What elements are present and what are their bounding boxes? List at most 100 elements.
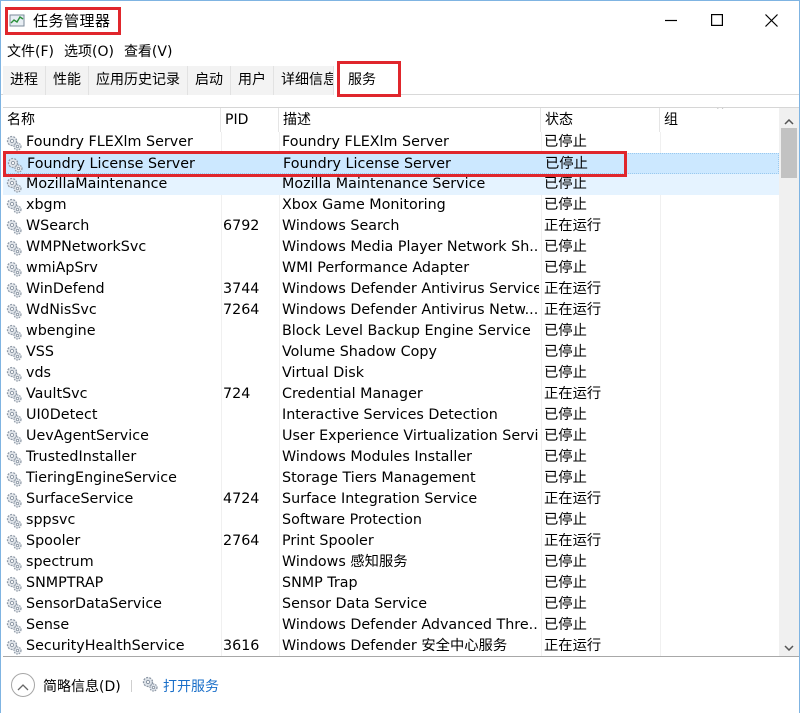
- table-row[interactable]: xbgm Xbox Game Monitoring 已停止: [3, 195, 779, 216]
- close-button[interactable]: [743, 1, 799, 39]
- table-row[interactable]: VaultSvc 724 Credential Manager 正在运行: [3, 384, 779, 405]
- footer: 简略信息(D) 打开服务: [1, 661, 799, 713]
- table-row[interactable]: WSearch 6792 Windows Search 正在运行: [3, 216, 779, 237]
- table-row[interactable]: wbengine Block Level Backup Engine Servic…: [3, 321, 779, 342]
- fewer-details-label[interactable]: 简略信息(D): [43, 676, 121, 696]
- table-row[interactable]: vds Virtual Disk 已停止: [3, 363, 779, 384]
- column-header-description[interactable]: 描述: [279, 108, 541, 132]
- table-row[interactable]: SNMPTRAP SNMP Trap 已停止: [3, 573, 779, 594]
- fewer-details-button[interactable]: [11, 673, 35, 697]
- table-row[interactable]: WMPNetworkSvc Windows Media Player Networ…: [3, 237, 779, 258]
- service-description: Windows 感知服务: [282, 554, 408, 570]
- table-row[interactable]: Foundry License Server Foundry License Se…: [3, 153, 779, 174]
- table-row[interactable]: SecurityHealthService 3616 Windows Defende…: [3, 636, 779, 656]
- service-group: [661, 300, 777, 321]
- column-header-status[interactable]: 状态: [541, 108, 660, 132]
- scroll-up-button[interactable]: [779, 110, 799, 128]
- service-pid: [221, 237, 277, 258]
- maximize-button[interactable]: [689, 1, 745, 39]
- table-row[interactable]: SurfaceService 4724 Surface Integration Se…: [3, 489, 779, 510]
- column-header-pid[interactable]: PID: [221, 108, 279, 132]
- service-pid: [221, 510, 277, 531]
- service-pid: [221, 321, 277, 342]
- service-gear-icon: [5, 491, 26, 509]
- service-status: 已停止: [544, 617, 587, 633]
- service-status: 正在运行: [544, 638, 602, 654]
- services-table: 名称 PID 描述 状态 组 ^ Foundry FLEXlm Server Fo…: [3, 107, 799, 657]
- service-description: Windows Media Player Network Sh...: [282, 239, 539, 255]
- service-status: 已停止: [544, 449, 587, 465]
- service-description: Mozilla Maintenance Service: [282, 176, 486, 192]
- service-name: WinDefend: [26, 281, 105, 297]
- table-row[interactable]: wmiApSrv WMI Performance Adapter 已停止: [3, 258, 779, 279]
- scrollbar-thumb[interactable]: [781, 128, 797, 178]
- service-name: UevAgentService: [26, 428, 149, 444]
- service-name: SurfaceService: [26, 491, 134, 507]
- service-group: [661, 615, 777, 636]
- service-pid: 6792: [223, 218, 260, 234]
- table-row[interactable]: WdNisSvc 7264 Windows Defender Antivirus N…: [3, 300, 779, 321]
- service-description: Software Protection: [282, 512, 422, 528]
- tab-details[interactable]: 详细信息: [274, 66, 334, 95]
- service-group: [661, 426, 777, 447]
- tab-app-history[interactable]: 应用历史记录: [89, 66, 188, 95]
- menu-view[interactable]: 查看(V): [118, 39, 177, 63]
- service-status: 已停止: [544, 260, 587, 276]
- tab-bar: 进程 性能 应用历史记录 启动 用户 详细信息 服务: [1, 61, 799, 97]
- service-gear-icon: [5, 218, 26, 236]
- service-name: VaultSvc: [26, 386, 88, 402]
- tab-processes[interactable]: 进程: [3, 66, 46, 95]
- service-group: [661, 573, 777, 594]
- menu-options[interactable]: 选项(O): [58, 39, 118, 63]
- tab-users[interactable]: 用户: [231, 66, 274, 95]
- table-row[interactable]: Sense Windows Defender Advanced Thre... 已停…: [3, 615, 779, 636]
- table-row[interactable]: TieringEngineService Storage Tiers Manage…: [3, 468, 779, 489]
- window-title: 任务管理器: [33, 12, 111, 30]
- service-name: Foundry FLEXlm Server: [26, 134, 193, 150]
- service-status: 已停止: [544, 134, 587, 150]
- table-row[interactable]: Spooler 2764 Print Spooler 正在运行: [3, 531, 779, 552]
- service-description: Foundry License Server: [283, 156, 451, 172]
- service-pid: [221, 447, 277, 468]
- service-name: TrustedInstaller: [26, 449, 137, 465]
- vertical-scrollbar[interactable]: [779, 108, 799, 656]
- table-row[interactable]: Foundry FLEXlm Server Foundry FLEXlm Serv…: [3, 132, 779, 153]
- table-row[interactable]: WinDefend 3744 Windows Defender Antivirus …: [3, 279, 779, 300]
- table-row[interactable]: TrustedInstaller Windows Modules Installe…: [3, 447, 779, 468]
- service-name-cell: spectrum: [5, 552, 219, 573]
- tab-services[interactable]: 服务: [334, 66, 390, 95]
- service-gear-icon: [5, 554, 26, 572]
- title-bar[interactable]: 任务管理器: [1, 1, 799, 39]
- table-row[interactable]: sppsvc Software Protection 已停止: [3, 510, 779, 531]
- service-name: UI0Detect: [26, 407, 98, 423]
- table-row[interactable]: spectrum Windows 感知服务 已停止: [3, 552, 779, 573]
- table-row[interactable]: MozillaMaintenance Mozilla Maintenance Se…: [3, 174, 779, 195]
- menu-file[interactable]: 文件(F): [1, 39, 58, 63]
- tab-startup[interactable]: 启动: [188, 66, 231, 95]
- table-row[interactable]: UevAgentService User Experience Virtualiz…: [3, 426, 779, 447]
- service-name: VSS: [26, 344, 54, 360]
- scroll-down-button[interactable]: [779, 636, 799, 654]
- service-status: 正在运行: [544, 386, 602, 402]
- minimize-icon: [665, 14, 677, 26]
- service-gear-icon: [5, 470, 26, 488]
- table-row[interactable]: UI0Detect Interactive Services Detection 已…: [3, 405, 779, 426]
- column-header-group[interactable]: 组 ^: [660, 108, 779, 132]
- service-gear-icon: [5, 638, 26, 656]
- service-name: TieringEngineService: [26, 470, 177, 486]
- service-name-cell: UevAgentService: [5, 426, 219, 447]
- table-row[interactable]: SensorDataService Sensor Data Service 已停止: [3, 594, 779, 615]
- table-row[interactable]: VSS Volume Shadow Copy 已停止: [3, 342, 779, 363]
- service-group: [661, 237, 777, 258]
- service-gear-icon: [5, 428, 26, 446]
- service-status: 已停止: [544, 176, 587, 192]
- service-group: [661, 363, 777, 384]
- tab-performance[interactable]: 性能: [46, 66, 89, 95]
- service-gear-icon: [5, 617, 26, 635]
- service-description: Surface Integration Service: [282, 491, 478, 507]
- open-services-link[interactable]: 打开服务: [141, 675, 219, 697]
- column-header-name[interactable]: 名称: [3, 108, 221, 132]
- service-group: [661, 216, 777, 237]
- service-status: 已停止: [544, 575, 587, 591]
- service-group: [661, 489, 777, 510]
